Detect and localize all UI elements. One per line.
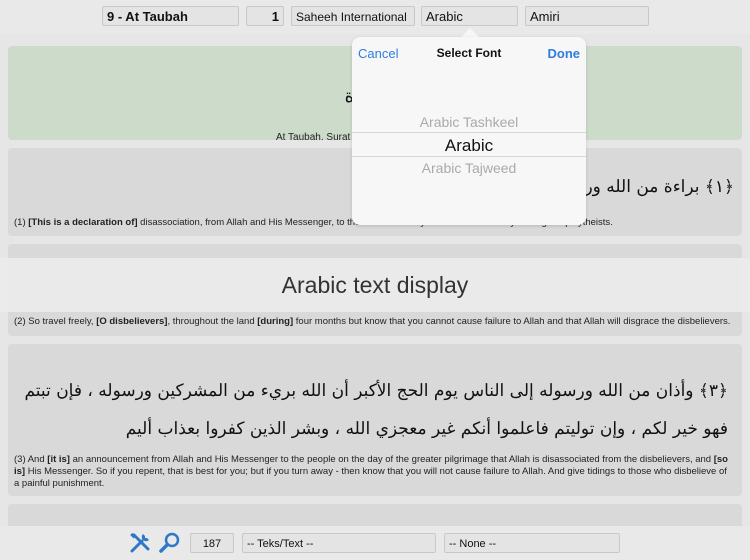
translation-selector[interactable]: Saheeh International bbox=[291, 6, 415, 26]
picker-divider bbox=[352, 132, 586, 133]
script-selector[interactable]: Arabic bbox=[421, 6, 518, 26]
done-button[interactable]: Done bbox=[548, 46, 581, 61]
picker-divider bbox=[352, 156, 586, 157]
surah-header-subtitle: At Taubah. Surat bbox=[276, 132, 351, 143]
top-toolbar: 9 - At Taubah 1 Saheeh International Ara… bbox=[0, 0, 750, 34]
trans-part-bold: [O disbelievers] bbox=[96, 316, 168, 327]
search-icon[interactable] bbox=[158, 531, 182, 555]
trans-part-bold: [during] bbox=[257, 316, 294, 327]
verse-translation: (2) So travel freely, [O disbelievers], … bbox=[14, 316, 730, 328]
trans-part: (2) So travel freely, bbox=[14, 316, 97, 327]
trans-part-bold: [it is] bbox=[47, 454, 70, 465]
trans-part: His Messenger. So if you repent, that is… bbox=[14, 466, 727, 489]
surah-selector[interactable]: 9 - At Taubah bbox=[102, 6, 239, 26]
trans-part: (3) And bbox=[14, 454, 48, 465]
none-filter-select[interactable]: -- None -- bbox=[444, 533, 620, 553]
verse-translation: (3) And [it is] an announcement from All… bbox=[14, 454, 732, 490]
cancel-button[interactable]: Cancel bbox=[358, 46, 398, 61]
verse-arabic: ﴿٣﴾ وأذان من الله ورسوله إلى الناس يوم ا… bbox=[24, 381, 728, 439]
trans-part: , throughout the land bbox=[167, 316, 258, 327]
bottom-toolbar: 187 -- Teks/Text -- -- None -- bbox=[0, 526, 750, 560]
verse-card[interactable]: ﴿٣﴾ وأذان من الله ورسوله إلى الناس يوم ا… bbox=[8, 344, 742, 496]
trans-part: (1) bbox=[14, 217, 29, 228]
page-number-field[interactable]: 187 bbox=[190, 533, 234, 553]
font-option-selected[interactable]: Arabic bbox=[352, 136, 586, 156]
ayah-selector[interactable]: 1 bbox=[246, 6, 284, 26]
trans-part: four months but know that you cannot cau… bbox=[293, 316, 731, 327]
feature-banner: Arabic text display bbox=[0, 258, 750, 312]
trans-part: an announcement from Allah and His Messe… bbox=[69, 454, 714, 465]
tools-icon[interactable] bbox=[128, 531, 152, 555]
trans-part-bold: [This is a declaration of] bbox=[28, 217, 138, 228]
font-picker-popover: Select Font Cancel Done Arabic Tashkeel … bbox=[352, 37, 586, 225]
trans-part: disassociation, from Allah and His Messe… bbox=[137, 217, 361, 228]
font-selector[interactable]: Amiri bbox=[525, 6, 649, 26]
text-filter-select[interactable]: -- Teks/Text -- bbox=[242, 533, 436, 553]
font-option[interactable]: Arabic Tajweed bbox=[352, 160, 586, 176]
font-option[interactable]: Arabic Tashkeel bbox=[352, 114, 586, 130]
